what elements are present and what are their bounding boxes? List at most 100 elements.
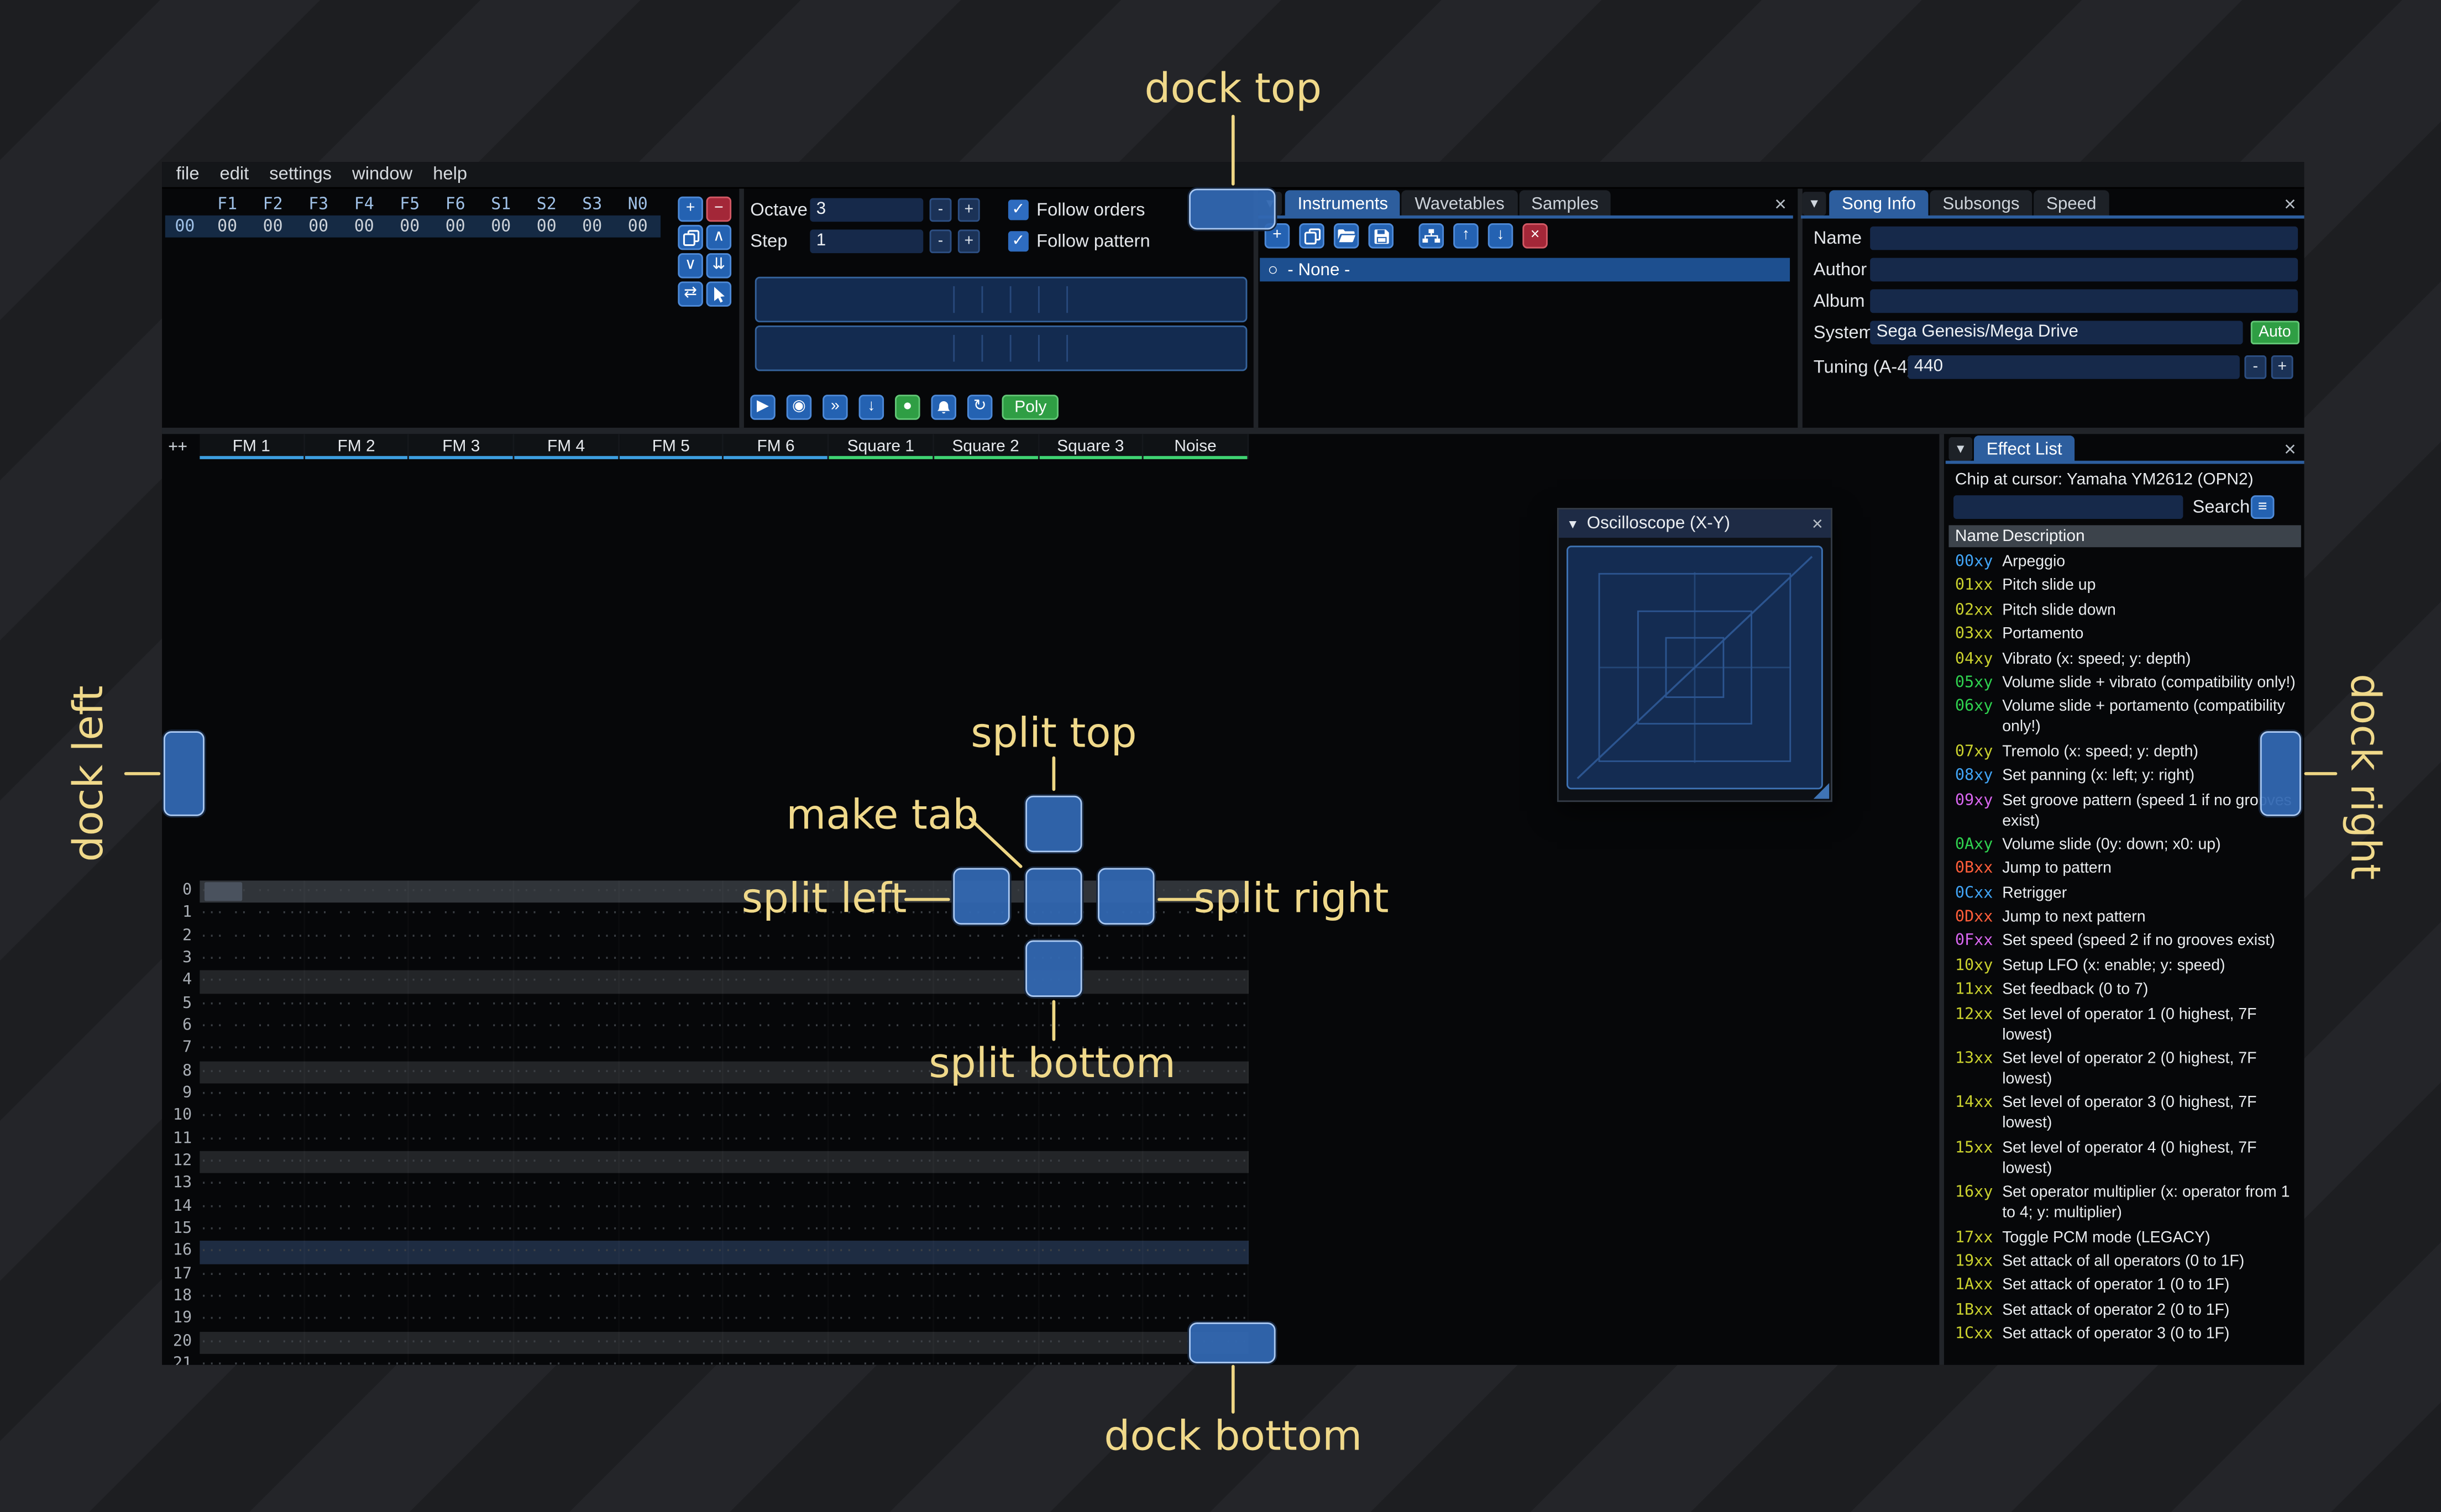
order-row-index[interactable]: 00 <box>165 216 205 238</box>
pattern-cell[interactable]: ··· ·· ·· ··· <box>829 1038 934 1061</box>
pattern-cell[interactable]: ··· ·· ·· ··· <box>724 1354 829 1364</box>
pattern-cell[interactable]: ··· ·· ·· ··· <box>619 1128 724 1151</box>
pattern-cell[interactable]: ··· ·· ·· ··· <box>724 1016 829 1038</box>
order-cell[interactable]: 00 <box>615 216 661 238</box>
exchange-order-button[interactable]: ⇄ <box>678 281 703 307</box>
pattern-cell[interactable]: ··· ·· ·· ··· <box>619 1106 724 1128</box>
pattern-cell[interactable]: ··· ·· ·· ··· <box>515 880 620 903</box>
poly-toggle-button[interactable]: Poly <box>1002 395 1060 420</box>
pattern-cell[interactable]: ··· ·· ·· ··· <box>619 1309 724 1331</box>
song-info-tab-speed[interactable]: Speed <box>2034 190 2109 217</box>
instrument-dir-view-button[interactable] <box>1418 223 1444 249</box>
pattern-cell[interactable]: ··· ·· ·· ··· <box>829 1128 934 1151</box>
pattern-cell[interactable]: ··· ·· ·· ··· <box>410 903 515 926</box>
pattern-cell[interactable]: ··· ·· ·· ··· <box>1039 1331 1144 1354</box>
effect-row-00xy[interactable]: 00xy Arpeggio <box>1955 552 2296 573</box>
pattern-cell[interactable]: ··· ·· ·· ··· <box>200 1061 305 1084</box>
menu-window[interactable]: window <box>352 165 412 184</box>
pattern-cell[interactable]: ··· ·· ·· ··· <box>724 1286 829 1309</box>
order-edit-mode-button[interactable] <box>706 281 732 307</box>
pattern-cell[interactable]: ··· ·· ·· ··· <box>724 1264 829 1287</box>
pattern-cell[interactable]: ··· ·· ·· ··· <box>305 1309 410 1331</box>
pattern-cell[interactable]: ··· ·· ·· ··· <box>200 1264 305 1287</box>
pattern-cell[interactable]: ··· ·· ·· ··· <box>515 1354 620 1364</box>
open-instrument-button[interactable] <box>1333 223 1359 249</box>
pattern-cell[interactable]: ··· ·· ·· ··· <box>200 1083 305 1106</box>
pattern-cell[interactable]: ··· ·· ·· ··· <box>1039 1241 1144 1264</box>
pattern-cell[interactable]: ··· ·· ·· ··· <box>829 1083 934 1106</box>
pattern-cell[interactable]: ··· ·· ·· ··· <box>619 1286 724 1309</box>
effect-row-13xx[interactable]: 13xx Set level of operator 2 (0 highest, … <box>1955 1049 2296 1090</box>
pattern-cell[interactable]: ··· ·· ·· ··· <box>1039 1219 1144 1241</box>
pattern-cell[interactable]: ··· ·· ·· ··· <box>305 1151 410 1174</box>
effect-row-07xy[interactable]: 07xy Tremolo (x: speed; y: depth) <box>1955 742 2296 762</box>
pattern-cell[interactable]: ··· ·· ·· ··· <box>1039 1309 1144 1331</box>
pattern-cell[interactable]: ··· ·· ·· ··· <box>305 1331 410 1354</box>
pattern-row-20[interactable]: 20 ··· ·· ·· ··· ··· ·· ·· ··· ··· ·· ·· ··… <box>162 1331 1249 1354</box>
pattern-row-11[interactable]: 11 ··· ·· ·· ··· ··· ·· ·· ··· ··· ·· ·· ··… <box>162 1128 1249 1151</box>
pattern-cell[interactable]: ··· ·· ·· ··· <box>410 1173 515 1196</box>
pattern-cell[interactable]: ··· ·· ·· ··· <box>305 903 410 926</box>
pattern-cell[interactable]: ··· ·· ·· ··· <box>410 1151 515 1174</box>
effect-row-06xy[interactable]: 06xy Volume slide + portamento (compatibi… <box>1955 697 2296 738</box>
pattern-cell[interactable]: ··· ·· ·· ··· <box>200 1331 305 1354</box>
pattern-row-16[interactable]: 16 ··· ·· ·· ··· ··· ·· ·· ··· ··· ·· ·· ··… <box>162 1241 1249 1264</box>
pattern-cell[interactable]: ··· ·· ·· ··· <box>724 1241 829 1264</box>
song-info-close-icon[interactable]: × <box>2279 193 2301 216</box>
effect-list-tab-effect-list[interactable]: Effect List <box>1973 435 2075 463</box>
pattern-cell[interactable]: ··· ·· ·· ··· <box>410 1016 515 1038</box>
pattern-cell[interactable]: ··· ·· ·· ··· <box>1039 1151 1144 1174</box>
pattern-cell[interactable]: ··· ·· ·· ··· <box>515 1196 620 1219</box>
pattern-cell[interactable]: ··· ·· ·· ··· <box>515 1151 620 1174</box>
resize-grip[interactable] <box>1813 783 1830 799</box>
pattern-row-2[interactable]: 2 ··· ·· ·· ··· ··· ·· ·· ··· ··· ·· ·· ···… <box>162 926 1249 948</box>
pattern-row-18[interactable]: 18 ··· ·· ·· ··· ··· ·· ·· ··· ··· ·· ·· ··… <box>162 1286 1249 1309</box>
pattern-cell[interactable]: ··· ·· ·· ··· <box>410 880 515 903</box>
pattern-cell[interactable]: ··· ·· ·· ··· <box>515 948 620 971</box>
pattern-row-cells[interactable]: ··· ·· ·· ··· ··· ·· ·· ··· ··· ·· ·· ··· ·… <box>200 1309 1249 1331</box>
pattern-cell[interactable]: ··· ·· ·· ··· <box>724 1151 829 1174</box>
pattern-cell[interactable]: ··· ·· ·· ··· <box>515 926 620 948</box>
delete-instrument-button[interactable]: × <box>1522 223 1548 249</box>
effect-row-03xx[interactable]: 03xx Portamento <box>1955 624 2296 645</box>
pattern-row-0[interactable]: 0 ··· ·· ·· ··· ··· ·· ·· ··· ··· ·· ·· ···… <box>162 880 1249 904</box>
follow-pattern-label[interactable]: Follow pattern <box>1036 233 1150 251</box>
pattern-cell[interactable]: ··· ·· ·· ··· <box>200 1106 305 1128</box>
move-order-down-button[interactable]: ∨ <box>678 253 703 279</box>
order-cell[interactable]: 00 <box>432 216 478 238</box>
pattern-row-13[interactable]: 13 ··· ·· ·· ··· ··· ·· ·· ··· ··· ·· ·· ··… <box>162 1173 1249 1196</box>
pattern-cell[interactable]: ··· ·· ·· ··· <box>724 1309 829 1331</box>
order-cell[interactable]: 00 <box>341 216 387 238</box>
pattern-cell[interactable]: ··· ·· ·· ··· <box>200 1309 305 1331</box>
effect-row-01xx[interactable]: 01xx Pitch slide up <box>1955 576 2296 597</box>
pattern-cell[interactable]: ··· ·· ·· ··· <box>200 1128 305 1151</box>
pattern-cell[interactable]: ··· ·· ·· ··· <box>829 1196 934 1219</box>
pattern-row-cells[interactable]: ··· ·· ·· ··· ··· ·· ·· ··· ··· ·· ·· ··· ·… <box>200 970 1249 994</box>
system-field[interactable]: Sega Genesis/Mega Drive <box>1870 321 2243 345</box>
dock-bottom-target[interactable] <box>1189 1322 1276 1363</box>
pattern-cell[interactable]: ··· ·· ·· ··· <box>724 1219 829 1241</box>
pattern-row-19[interactable]: 19 ··· ·· ·· ··· ··· ·· ·· ··· ··· ·· ·· ··… <box>162 1309 1249 1331</box>
pattern-cell[interactable]: ··· ·· ·· ··· <box>1144 971 1249 994</box>
pattern-cell[interactable]: ··· ·· ·· ··· <box>305 1196 410 1219</box>
pattern-row-3[interactable]: 3 ··· ·· ·· ··· ··· ·· ·· ··· ··· ·· ·· ···… <box>162 948 1249 971</box>
pattern-cell[interactable]: ··· ·· ·· ··· <box>515 1128 620 1151</box>
pattern-cell[interactable]: ··· ·· ·· ··· <box>724 948 829 971</box>
duplicate-order-end-button[interactable]: ⇊ <box>706 253 732 279</box>
piano-preview-upper[interactable] <box>755 276 1248 323</box>
pattern-cell[interactable]: ··· ·· ·· ··· <box>200 1196 305 1219</box>
pattern-cell[interactable]: ··· ·· ·· ··· <box>200 1241 305 1264</box>
tuning-field[interactable]: 440 <box>1908 355 2240 379</box>
pattern-cell[interactable]: ··· ·· ·· ··· <box>410 1196 515 1219</box>
pattern-cell[interactable]: ··· ·· ·· ··· <box>934 1128 1039 1151</box>
pattern-cell[interactable]: ··· ·· ·· ··· <box>829 1286 934 1309</box>
split-right-target[interactable] <box>1098 868 1155 925</box>
pattern-cell[interactable]: ··· ·· ·· ··· <box>619 971 724 994</box>
pattern-cell[interactable]: ··· ·· ·· ··· <box>829 1354 934 1364</box>
pattern-cell[interactable]: ··· ·· ·· ··· <box>1144 1241 1249 1264</box>
pattern-cell[interactable]: ··· ·· ·· ··· <box>305 1173 410 1196</box>
effect-row-17xx[interactable]: 17xx Toggle PCM mode (LEGACY) <box>1955 1227 2296 1248</box>
effect-row-1Bxx[interactable]: 1Bxx Set attack of operator 2 (0 to 1F) <box>1955 1300 2296 1320</box>
pattern-cell[interactable]: ··· ·· ·· ··· <box>305 1354 410 1364</box>
author-field[interactable] <box>1870 258 2298 282</box>
